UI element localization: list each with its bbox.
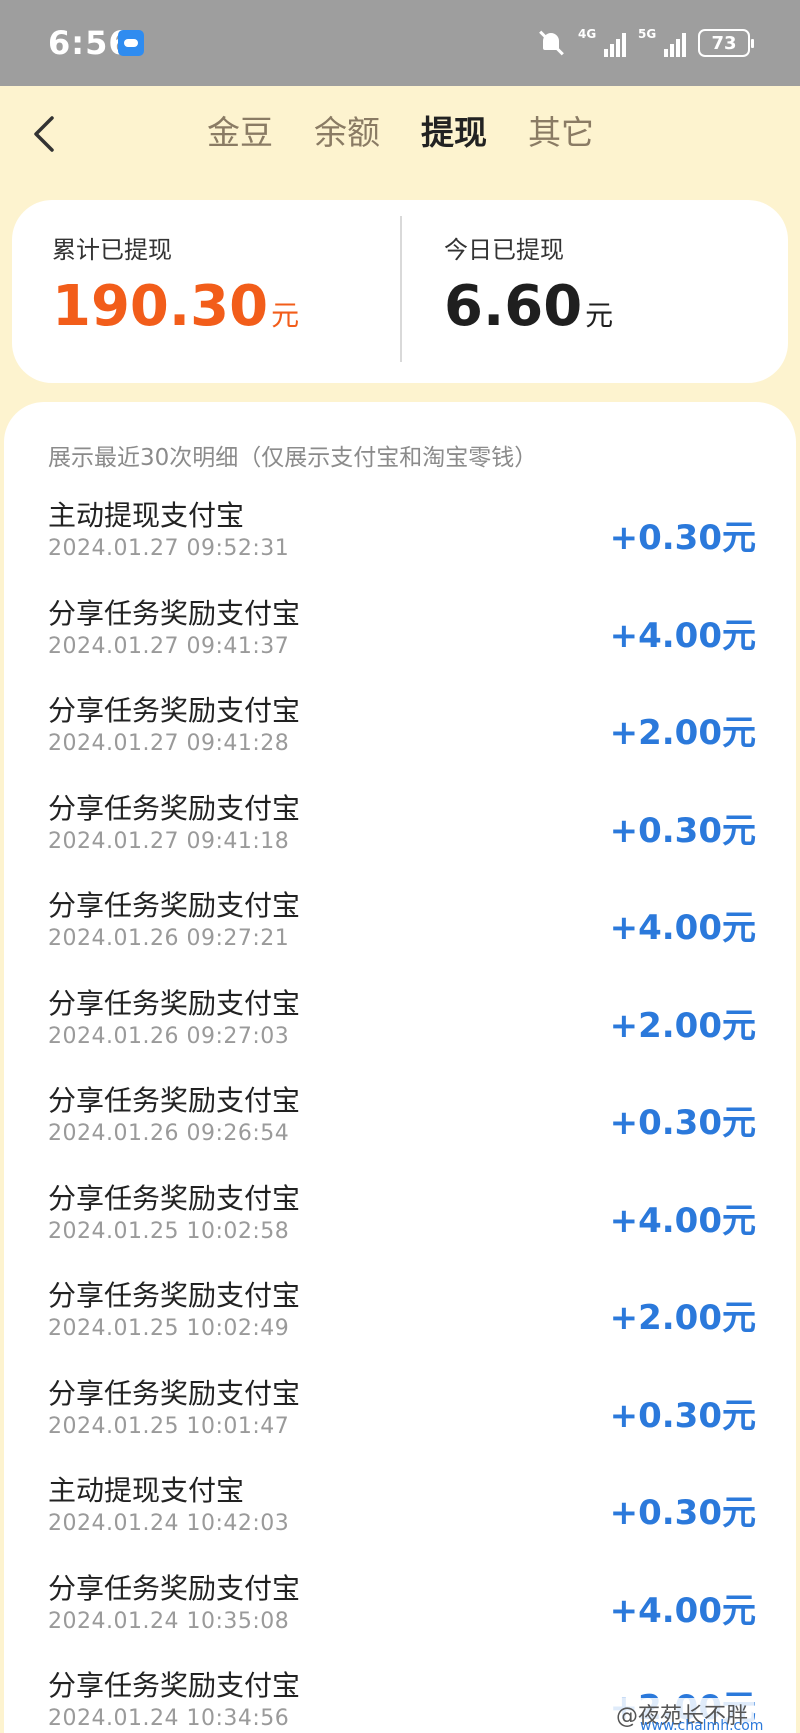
item-title: 主动提现支付宝 [48, 499, 245, 532]
list-item: 主动提现支付宝 2024.01.24 10:42:03 +0.30元 [4, 1469, 796, 1567]
item-time: 2024.01.26 09:26:54 [48, 1121, 290, 1146]
item-time: 2024.01.27 09:41:37 [48, 633, 290, 659]
tab-balance[interactable]: 余额 [314, 108, 421, 158]
item-amount: +0.30元 [609, 810, 756, 851]
today-withdrawn-unit: 元 [585, 299, 614, 332]
today-withdrawn-amount: 6.60 [444, 274, 583, 339]
signal-5g-icon: 5G [638, 27, 686, 57]
item-title: 主动提现支付宝 [48, 1474, 245, 1507]
total-withdrawn-value: 190.30 元 [52, 274, 299, 340]
total-withdrawn-label: 累计已提现 [52, 236, 172, 264]
item-time: 2024.01.26 09:27:03 [48, 1023, 290, 1049]
item-amount: +0.30元 [609, 1395, 756, 1436]
status-bar: 6:56 4G 5G 73 [0, 0, 800, 86]
item-time: 2024.01.27 09:52:31 [48, 536, 290, 561]
list-item: 分享任务奖励支付宝 2024.01.27 09:41:18 +0.30元 [4, 787, 796, 885]
tab-gold-beans[interactable]: 金豆 [207, 108, 314, 158]
list-item: 分享任务奖励支付宝 2024.01.27 09:41:28 +2.00元 [4, 689, 796, 787]
item-time: 2024.01.25 10:02:58 [48, 1218, 290, 1244]
item-time: 2024.01.24 10:35:08 [48, 1608, 290, 1634]
list-item: 分享任务奖励支付宝 2024.01.24 10:35:08 +4.00元 [4, 1567, 796, 1665]
item-time: 2024.01.25 10:02:49 [48, 1316, 290, 1341]
list-item: 分享任务奖励支付宝 2024.01.25 10:01:47 +0.30元 [4, 1372, 796, 1470]
list-item: 分享任务奖励支付宝 2024.01.26 09:26:54 +0.30元 [4, 1079, 796, 1177]
list-item: 分享任务奖励支付宝 2024.01.25 10:02:58 +4.00元 [4, 1177, 796, 1275]
item-time: 2024.01.27 09:41:18 [48, 828, 290, 854]
item-title: 分享任务奖励支付宝 [48, 1571, 301, 1605]
list-item: 分享任务奖励支付宝 2024.01.26 09:27:21 +4.00元 [4, 884, 796, 982]
item-amount: +0.30元 [609, 518, 756, 558]
chevron-left-icon[interactable] [24, 112, 68, 156]
item-time: 2024.01.25 10:01:47 [48, 1413, 290, 1439]
list-item: 分享任务奖励支付宝 2024.01.25 10:02:49 +2.00元 [4, 1274, 796, 1372]
item-amount: +4.00元 [609, 1200, 756, 1241]
item-title: 分享任务奖励支付宝 [48, 889, 301, 922]
cloud-app-icon [118, 30, 144, 56]
network-type-5g: 5G [638, 27, 657, 41]
item-title: 分享任务奖励支付宝 [48, 986, 301, 1020]
item-amount: +2.00元 [609, 1298, 756, 1338]
tab-withdraw[interactable]: 提现 [421, 108, 528, 158]
item-title: 分享任务奖励支付宝 [48, 1376, 301, 1410]
item-title: 分享任务奖励支付宝 [48, 1279, 301, 1312]
withdraw-history-list[interactable]: 展示最近30次明细（仅展示支付宝和淘宝零钱） 主动提现支付宝 2024.01.2… [4, 402, 796, 1733]
item-amount: +0.30元 [609, 1103, 756, 1143]
signal-4g-icon: 4G [578, 27, 626, 57]
item-amount: +2.00元 [609, 713, 756, 753]
history-rows: 主动提现支付宝 2024.01.27 09:52:31 +0.30元 分享任务奖… [4, 494, 796, 1733]
item-amount: +4.00元 [609, 1590, 756, 1631]
status-icons: 4G 5G 73 [538, 26, 754, 60]
total-withdrawn-amount: 190.30 [52, 274, 269, 339]
battery-icon: 73 [698, 29, 754, 57]
list-item: 主动提现支付宝 2024.01.27 09:52:31 +0.30元 [4, 494, 796, 592]
today-withdrawn-label: 今日已提现 [444, 236, 564, 264]
top-nav: 金豆 余额 提现 其它 [0, 86, 800, 186]
item-amount: +4.00元 [609, 908, 756, 948]
item-title: 分享任务奖励支付宝 [48, 1669, 301, 1702]
watermark-url: www.chalmh.com [640, 1718, 764, 1733]
total-withdrawn: 累计已提现 190.30 元 [52, 230, 299, 340]
list-note: 展示最近30次明细（仅展示支付宝和淘宝零钱） [48, 445, 538, 471]
item-amount: +0.30元 [609, 1493, 756, 1533]
item-title: 分享任务奖励支付宝 [48, 1181, 301, 1215]
today-withdrawn-value: 6.60 元 [444, 274, 613, 340]
withdraw-summary-card: 累计已提现 190.30 元 今日已提现 6.60 元 [12, 200, 788, 383]
tab-other[interactable]: 其它 [528, 108, 635, 158]
today-withdrawn: 今日已提现 6.60 元 [444, 230, 613, 340]
network-type-4g: 4G [578, 27, 597, 41]
item-title: 分享任务奖励支付宝 [48, 1084, 301, 1117]
item-time: 2024.01.24 10:42:03 [48, 1511, 290, 1536]
summary-divider [400, 216, 402, 362]
item-amount: +4.00元 [609, 615, 756, 656]
list-item: 分享任务奖励支付宝 2024.01.27 09:41:37 +4.00元 [4, 592, 796, 690]
item-title: 分享任务奖励支付宝 [48, 791, 301, 825]
item-title: 分享任务奖励支付宝 [48, 596, 301, 630]
item-time: 2024.01.27 09:41:28 [48, 731, 290, 756]
item-time: 2024.01.24 10:34:56 [48, 1706, 290, 1731]
item-time: 2024.01.26 09:27:21 [48, 926, 290, 951]
item-title: 分享任务奖励支付宝 [48, 694, 301, 727]
total-withdrawn-unit: 元 [271, 299, 300, 332]
tab-bar: 金豆 余额 提现 其它 [207, 108, 635, 158]
list-item: 分享任务奖励支付宝 2024.01.26 09:27:03 +2.00元 [4, 982, 796, 1080]
bell-off-icon [538, 29, 566, 57]
item-amount: +2.00元 [609, 1005, 756, 1046]
